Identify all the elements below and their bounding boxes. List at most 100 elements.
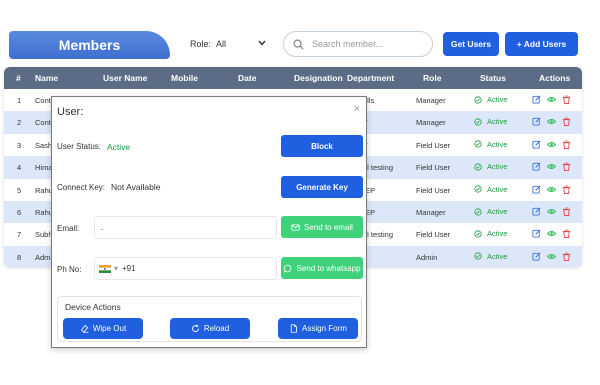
trash-icon[interactable] bbox=[562, 185, 571, 194]
edit-icon[interactable] bbox=[532, 117, 541, 126]
eye-icon[interactable] bbox=[547, 229, 556, 238]
row-number: 4 bbox=[17, 163, 22, 173]
check-circle-icon bbox=[474, 163, 482, 171]
status-badge: Active bbox=[474, 229, 507, 238]
row-number: 2 bbox=[17, 118, 22, 128]
row-number: 5 bbox=[17, 185, 22, 195]
check-circle-icon bbox=[474, 207, 482, 216]
row-role: Field User bbox=[416, 163, 451, 173]
role-filter-select[interactable]: All bbox=[216, 39, 226, 49]
row-department: al testing bbox=[363, 230, 394, 240]
row-role: Manager bbox=[416, 208, 446, 217]
col-status: Status bbox=[480, 73, 506, 83]
row-role: Field User bbox=[416, 230, 451, 240]
trash-icon[interactable] bbox=[562, 95, 571, 104]
row-name: Cont bbox=[35, 96, 51, 105]
row-role: Manager bbox=[416, 118, 446, 128]
row-name: Cont bbox=[35, 118, 51, 128]
email-input[interactable]: . bbox=[94, 216, 277, 239]
trash-icon[interactable] bbox=[562, 252, 571, 261]
eye-icon[interactable] bbox=[547, 185, 556, 194]
edit-icon[interactable] bbox=[532, 185, 541, 194]
status-text: Active bbox=[487, 95, 508, 104]
edit-icon[interactable] bbox=[532, 207, 541, 216]
edit-icon[interactable] bbox=[532, 95, 541, 104]
eye-icon[interactable] bbox=[547, 117, 556, 126]
col-designation: Designation bbox=[294, 73, 343, 83]
col-date: Date bbox=[238, 73, 257, 83]
eye-icon[interactable] bbox=[547, 207, 556, 216]
row-name: Hima bbox=[35, 163, 53, 173]
status-badge: Active bbox=[474, 117, 507, 126]
phone-code-caret-icon[interactable]: ▾ bbox=[114, 264, 118, 273]
row-actions bbox=[532, 140, 571, 149]
row-actions bbox=[532, 95, 571, 104]
email-value: . bbox=[101, 223, 104, 232]
row-role: Field User bbox=[416, 140, 451, 150]
eye-icon[interactable] bbox=[547, 252, 556, 261]
whatsapp-icon bbox=[284, 264, 292, 272]
col-actions: Actions bbox=[539, 73, 571, 83]
phone-code: +91 bbox=[122, 264, 136, 273]
search-field[interactable] bbox=[283, 31, 433, 57]
trash-icon[interactable] bbox=[562, 117, 571, 127]
add-users-button[interactable]: + Add Users bbox=[505, 32, 578, 56]
edit-icon[interactable] bbox=[532, 162, 541, 171]
edit-icon[interactable] bbox=[532, 229, 541, 238]
row-actions bbox=[532, 185, 571, 194]
row-role: Admin bbox=[416, 252, 438, 262]
row-role: Field User bbox=[416, 185, 451, 195]
wipe-out-label: Wipe Out bbox=[92, 324, 127, 333]
row-number: 8 bbox=[17, 252, 22, 262]
status-badge: Active bbox=[474, 95, 507, 104]
close-icon[interactable]: × bbox=[354, 103, 360, 115]
status-badge: Active bbox=[474, 252, 507, 261]
status-text: Active bbox=[487, 251, 508, 261]
reload-button[interactable]: Reload bbox=[170, 318, 250, 339]
block-button[interactable]: Block bbox=[281, 135, 363, 157]
wipe-out-button[interactable]: Wipe Out bbox=[63, 318, 143, 339]
generate-key-button[interactable]: Generate Key bbox=[281, 176, 363, 198]
trash-icon[interactable] bbox=[562, 140, 571, 149]
email-label: Email: bbox=[57, 224, 80, 233]
assign-form-button[interactable]: Assign Form bbox=[278, 318, 358, 339]
eye-icon[interactable] bbox=[547, 95, 556, 104]
row-actions bbox=[532, 229, 571, 239]
row-name: Adm bbox=[35, 252, 51, 262]
edit-icon[interactable] bbox=[532, 252, 541, 261]
row-number: 1 bbox=[17, 96, 22, 105]
send-email-button[interactable]: Send to email bbox=[281, 216, 363, 238]
trash-icon[interactable] bbox=[562, 229, 571, 239]
send-whatsapp-label: Send to whatsapp bbox=[296, 263, 361, 273]
status-text: Active bbox=[487, 207, 508, 216]
status-badge: Active bbox=[474, 207, 507, 216]
row-name: Subh bbox=[35, 230, 53, 240]
connect-key-label: Connect Key: bbox=[57, 183, 106, 192]
eraser-icon bbox=[80, 324, 89, 333]
trash-icon[interactable] bbox=[562, 207, 571, 216]
row-actions bbox=[532, 207, 571, 216]
send-email-label: Send to email bbox=[304, 222, 353, 232]
check-circle-icon bbox=[474, 140, 482, 148]
phone-input[interactable]: ▾ +91 bbox=[94, 257, 277, 280]
col-role: Role bbox=[423, 73, 442, 83]
send-whatsapp-button[interactable]: Send to whatsapp bbox=[281, 257, 363, 279]
eye-icon[interactable] bbox=[547, 162, 556, 171]
trash-icon[interactable] bbox=[562, 162, 571, 172]
status-text: Active bbox=[487, 162, 508, 172]
document-icon bbox=[290, 324, 297, 333]
device-actions-panel: Device Actions Wipe Out Reload Assign Fo… bbox=[57, 296, 362, 342]
row-actions bbox=[532, 162, 571, 172]
members-title-tab: Members bbox=[9, 31, 170, 59]
col-name: Name bbox=[35, 73, 59, 83]
search-input[interactable] bbox=[312, 39, 422, 49]
chevron-down-icon[interactable] bbox=[258, 38, 266, 48]
get-users-button[interactable]: Get Users bbox=[443, 32, 499, 56]
user-status-value: Active bbox=[107, 142, 131, 152]
edit-icon[interactable] bbox=[532, 140, 541, 149]
status-text: Active bbox=[487, 184, 508, 194]
row-number: 7 bbox=[17, 230, 22, 240]
row-actions bbox=[532, 252, 571, 261]
eye-icon[interactable] bbox=[547, 140, 556, 149]
row-number: 6 bbox=[17, 208, 22, 217]
